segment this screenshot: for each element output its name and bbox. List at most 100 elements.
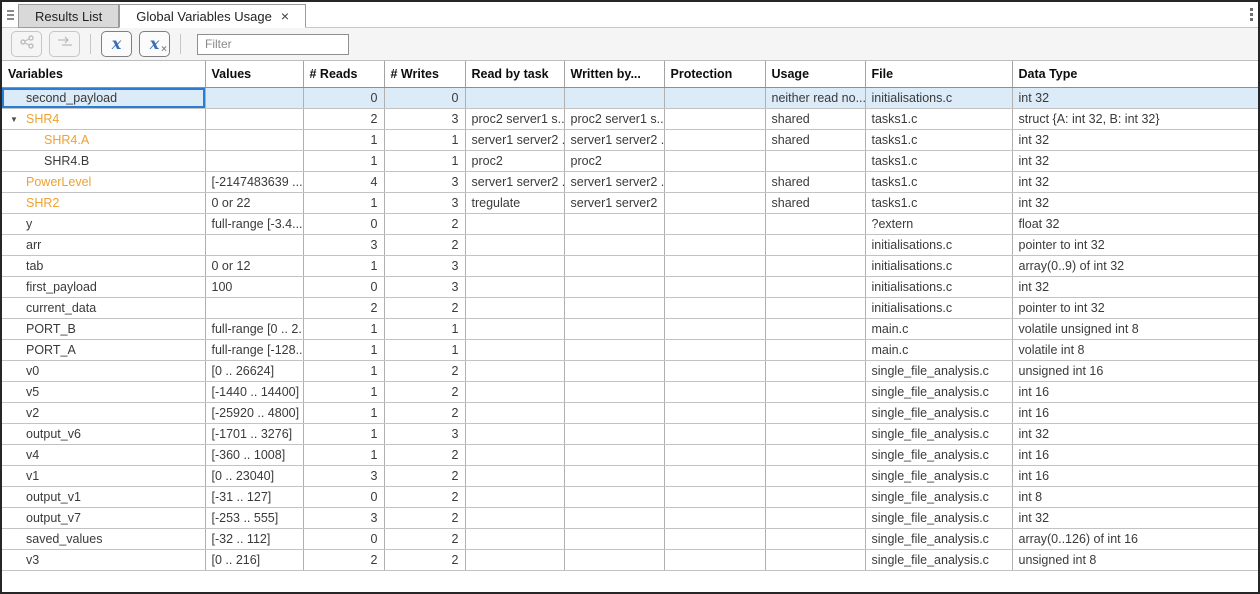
cell-values[interactable]: [0 .. 26624]	[205, 360, 303, 381]
cell-data-type[interactable]: int 16	[1012, 381, 1258, 402]
cell-usage[interactable]	[765, 276, 865, 297]
cell-usage[interactable]: neither read no...	[765, 87, 865, 108]
cell-protection[interactable]	[664, 213, 765, 234]
variable-cell[interactable]: v5	[2, 381, 205, 402]
cell-reads[interactable]: 0	[303, 528, 384, 549]
cell-read-by-task[interactable]	[465, 360, 564, 381]
cell-data-type[interactable]: int 16	[1012, 402, 1258, 423]
cell-protection[interactable]	[664, 108, 765, 129]
cell-reads[interactable]: 0	[303, 87, 384, 108]
hide-variables-button[interactable]: x ×	[139, 31, 170, 57]
cell-file[interactable]: tasks1.c	[865, 129, 1012, 150]
cell-file[interactable]: single_file_analysis.c	[865, 381, 1012, 402]
variable-cell[interactable]: saved_values	[2, 528, 205, 549]
cell-file[interactable]: single_file_analysis.c	[865, 423, 1012, 444]
expand-collapse-icon[interactable]: ▼	[10, 115, 26, 124]
variable-cell[interactable]: PORT_A	[2, 339, 205, 360]
cell-written-by[interactable]	[564, 339, 664, 360]
cell-file[interactable]: initialisations.c	[865, 276, 1012, 297]
close-icon[interactable]: ×	[281, 9, 289, 23]
column-header-file[interactable]: File	[865, 61, 1012, 87]
cell-file[interactable]: single_file_analysis.c	[865, 549, 1012, 570]
cell-data-type[interactable]: volatile unsigned int 8	[1012, 318, 1258, 339]
cell-usage[interactable]	[765, 402, 865, 423]
cell-writes[interactable]: 1	[384, 150, 465, 171]
cell-reads[interactable]: 1	[303, 129, 384, 150]
cell-protection[interactable]	[664, 549, 765, 570]
cell-protection[interactable]	[664, 528, 765, 549]
cell-data-type[interactable]: int 32	[1012, 171, 1258, 192]
cell-writes[interactable]: 3	[384, 108, 465, 129]
cell-data-type[interactable]: float 32	[1012, 213, 1258, 234]
cell-written-by[interactable]: server1 server2 ...	[564, 129, 664, 150]
variable-cell[interactable]: second_payload	[2, 87, 205, 108]
variable-cell[interactable]: v4	[2, 444, 205, 465]
variable-cell[interactable]: v1	[2, 465, 205, 486]
cell-written-by[interactable]	[564, 402, 664, 423]
column-header-usage[interactable]: Usage	[765, 61, 865, 87]
cell-protection[interactable]	[664, 129, 765, 150]
cell-written-by[interactable]	[564, 423, 664, 444]
cell-data-type[interactable]: array(0..126) of int 16	[1012, 528, 1258, 549]
cell-read-by-task[interactable]: tregulate	[465, 192, 564, 213]
variable-cell[interactable]: v0	[2, 360, 205, 381]
cell-values[interactable]: [0 .. 216]	[205, 549, 303, 570]
cell-reads[interactable]: 3	[303, 465, 384, 486]
cell-read-by-task[interactable]	[465, 339, 564, 360]
cell-protection[interactable]	[664, 234, 765, 255]
cell-file[interactable]: initialisations.c	[865, 297, 1012, 318]
cell-usage[interactable]	[765, 255, 865, 276]
cell-writes[interactable]: 2	[384, 213, 465, 234]
cell-usage[interactable]: shared	[765, 192, 865, 213]
cell-read-by-task[interactable]: proc2 server1 s...	[465, 108, 564, 129]
column-header-protection[interactable]: Protection	[664, 61, 765, 87]
cell-protection[interactable]	[664, 339, 765, 360]
cell-values[interactable]: [-31 .. 127]	[205, 486, 303, 507]
cell-reads[interactable]: 1	[303, 339, 384, 360]
column-header-data-type[interactable]: Data Type	[1012, 61, 1258, 87]
cell-protection[interactable]	[664, 465, 765, 486]
cell-values[interactable]: 0 or 22	[205, 192, 303, 213]
cell-reads[interactable]: 0	[303, 276, 384, 297]
cell-written-by[interactable]: server1 server2	[564, 192, 664, 213]
cell-data-type[interactable]: int 16	[1012, 465, 1258, 486]
cell-file[interactable]: single_file_analysis.c	[865, 444, 1012, 465]
variable-cell[interactable]: SHR4.A	[2, 129, 205, 150]
cell-written-by[interactable]: proc2 server1 s...	[564, 108, 664, 129]
cell-read-by-task[interactable]	[465, 213, 564, 234]
cell-values[interactable]	[205, 87, 303, 108]
cell-file[interactable]: initialisations.c	[865, 255, 1012, 276]
cell-read-by-task[interactable]	[465, 297, 564, 318]
cell-protection[interactable]	[664, 297, 765, 318]
cell-writes[interactable]: 1	[384, 318, 465, 339]
variable-cell[interactable]: SHR2	[2, 192, 205, 213]
cell-read-by-task[interactable]: server1 server2 ...	[465, 171, 564, 192]
cell-file[interactable]: tasks1.c	[865, 192, 1012, 213]
cell-read-by-task[interactable]	[465, 318, 564, 339]
cell-writes[interactable]: 2	[384, 507, 465, 528]
cell-reads[interactable]: 1	[303, 318, 384, 339]
tab-global-variables-usage[interactable]: Global Variables Usage ×	[119, 4, 306, 28]
cell-writes[interactable]: 2	[384, 297, 465, 318]
cell-file[interactable]: ?extern	[865, 213, 1012, 234]
cell-reads[interactable]: 1	[303, 360, 384, 381]
cell-values[interactable]	[205, 150, 303, 171]
cell-data-type[interactable]: int 8	[1012, 486, 1258, 507]
cell-written-by[interactable]	[564, 549, 664, 570]
tab-results-list[interactable]: Results List	[18, 4, 119, 28]
overflow-dots-icon[interactable]	[1250, 8, 1253, 21]
cell-protection[interactable]	[664, 318, 765, 339]
cell-protection[interactable]	[664, 192, 765, 213]
cell-file[interactable]: single_file_analysis.c	[865, 507, 1012, 528]
cell-read-by-task[interactable]	[465, 381, 564, 402]
cell-protection[interactable]	[664, 381, 765, 402]
cell-read-by-task[interactable]: server1 server2 ...	[465, 129, 564, 150]
cell-values[interactable]	[205, 129, 303, 150]
cell-file[interactable]: single_file_analysis.c	[865, 402, 1012, 423]
variable-cell[interactable]: SHR4.B	[2, 150, 205, 171]
cell-read-by-task[interactable]	[465, 255, 564, 276]
column-header-variables[interactable]: Variables	[2, 61, 205, 87]
cell-data-type[interactable]: array(0..9) of int 32	[1012, 255, 1258, 276]
cell-values[interactable]: [-360 .. 1008]	[205, 444, 303, 465]
show-variables-button[interactable]: x	[101, 31, 132, 57]
